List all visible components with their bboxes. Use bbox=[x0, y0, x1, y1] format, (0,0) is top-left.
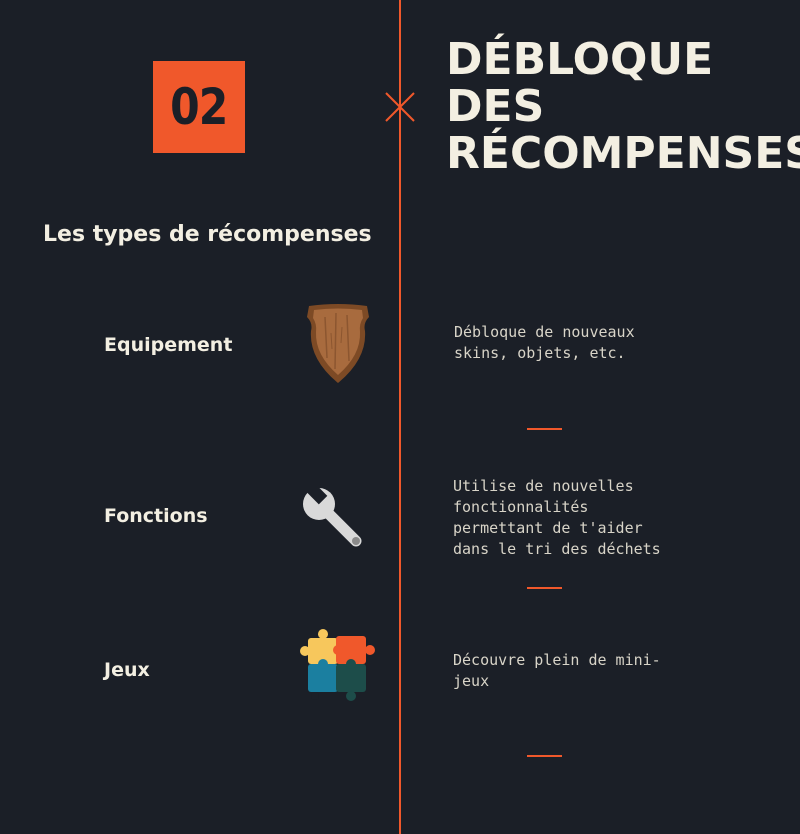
step-number: 02 bbox=[170, 78, 228, 136]
title-line: DES bbox=[446, 81, 545, 132]
section-subtitle: Les types de récompenses bbox=[43, 222, 372, 247]
reward-label-jeux: Jeux bbox=[104, 659, 150, 681]
separator-dash bbox=[527, 587, 562, 589]
page-title: DÉBLOQUE DES RÉCOMPENSES bbox=[446, 36, 800, 177]
separator-dash bbox=[527, 428, 562, 430]
puzzle-icon bbox=[300, 629, 375, 701]
title-line: DÉBLOQUE bbox=[446, 34, 714, 85]
vertical-divider bbox=[399, 0, 401, 834]
reward-description: Débloque de nouveaux skins, objets, etc. bbox=[454, 323, 635, 362]
title-line: RÉCOMPENSES bbox=[446, 128, 800, 179]
step-badge: 02 bbox=[153, 61, 245, 153]
cross-icon bbox=[385, 92, 415, 122]
shield-icon bbox=[307, 304, 369, 383]
reward-description: Découvre plein de mini-jeux bbox=[453, 651, 661, 690]
separator-dash bbox=[527, 755, 562, 757]
wrench-icon bbox=[303, 485, 362, 547]
reward-description: Utilise de nouvelles fonctionnalités per… bbox=[453, 477, 661, 558]
reward-label-equipement: Equipement bbox=[104, 334, 233, 356]
reward-label-fonctions: Fonctions bbox=[104, 505, 208, 527]
